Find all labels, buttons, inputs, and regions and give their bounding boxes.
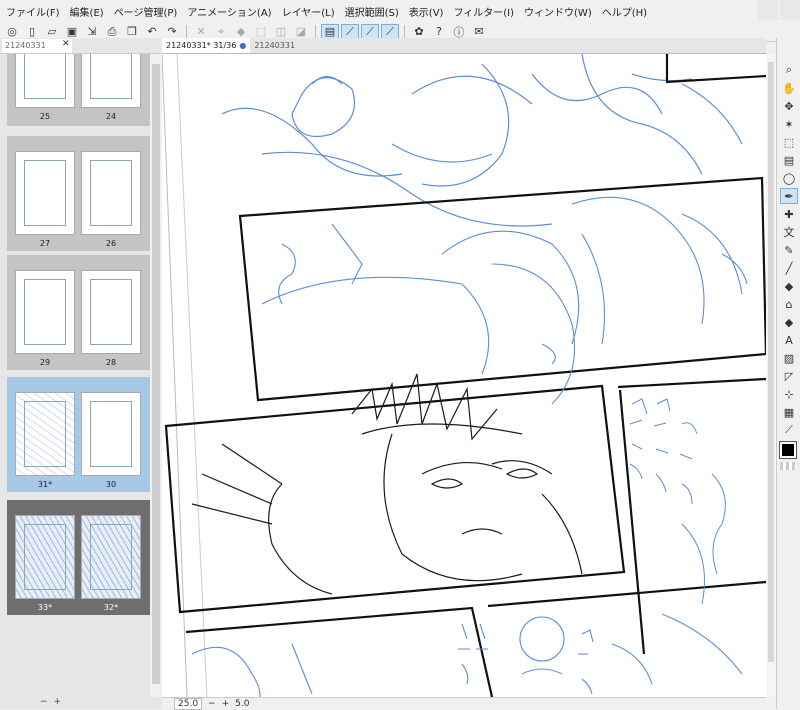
zoom-out-button[interactable]: − xyxy=(40,697,48,709)
move-icon[interactable]: ✥ xyxy=(780,98,798,114)
eyedropper-icon[interactable]: ⟋ xyxy=(780,422,798,438)
modified-indicator-icon[interactable]: ● xyxy=(236,41,246,50)
canvas-vertical-scrollbar[interactable] xyxy=(766,54,776,697)
gradient-icon[interactable]: ⌂ xyxy=(780,296,798,312)
document-tab-label: 21240331* 31/36 xyxy=(166,41,237,50)
page-frame xyxy=(24,524,66,590)
scrollbar-thumb[interactable] xyxy=(152,64,160,684)
page-number: 26 xyxy=(105,239,117,248)
menu-item[interactable]: レイヤー(L) xyxy=(282,4,335,19)
rotation-value[interactable]: 5.0 xyxy=(235,699,249,709)
page-thumbnails: 25 24 27 26 29 28 31* 30 33* 32* xyxy=(0,54,150,697)
page-frame xyxy=(24,279,66,345)
toolbar-separator xyxy=(315,24,316,39)
page-number: 31* xyxy=(37,480,53,489)
brush-icon[interactable]: ✎ xyxy=(780,242,798,258)
layer-select-icon[interactable]: ▤ xyxy=(780,152,798,168)
page-thumbnail[interactable] xyxy=(81,515,141,599)
document-tabbar: 21240331* 31/36 ● 21240331 xyxy=(162,38,766,54)
page-frame xyxy=(24,401,66,467)
page-frame xyxy=(90,160,132,226)
page-frame xyxy=(24,54,66,99)
table-icon[interactable]: ▦ xyxy=(780,404,798,420)
zoom-icon[interactable]: ⌕ xyxy=(780,62,798,78)
transparent-color-swatch[interactable] xyxy=(780,462,796,470)
page-frame xyxy=(90,524,132,590)
dropper-icon[interactable]: ✚ xyxy=(780,206,798,222)
menu-bar: ファイル(F) 編集(E) ページ管理(P) アニメーション(A) レイヤー(L) 選択範… xyxy=(0,0,800,22)
page-spread[interactable]: 31* 30 xyxy=(7,377,150,492)
menu-item[interactable]: 選択範囲(S) xyxy=(345,4,399,19)
page-number: 30 xyxy=(105,480,117,489)
manga-page-sketch xyxy=(162,54,766,697)
zoom-value[interactable]: 25.0 xyxy=(174,697,203,710)
vector-icon[interactable]: ⊹ xyxy=(780,386,798,402)
eraser-icon[interactable]: ◆ xyxy=(780,314,798,330)
page-thumbnail[interactable] xyxy=(81,54,141,108)
page-spread[interactable]: 27 26 xyxy=(7,136,150,251)
minimize-button[interactable] xyxy=(758,0,778,20)
menu-item[interactable]: ページ管理(P) xyxy=(114,4,178,19)
page-thumbnail[interactable] xyxy=(15,392,75,476)
page-frame xyxy=(90,279,132,345)
drawing-canvas[interactable] xyxy=(162,54,766,697)
menu-item[interactable]: フィルター(I) xyxy=(453,4,514,19)
page-frame xyxy=(90,401,132,467)
menu-item[interactable]: ウィンドウ(W) xyxy=(524,4,592,19)
pen-icon[interactable]: ✒ xyxy=(780,188,798,204)
menu-item[interactable]: ヘルプ(H) xyxy=(602,4,647,19)
document-tab[interactable]: 21240331* 31/36 ● xyxy=(162,38,251,53)
page-thumbnail[interactable] xyxy=(15,151,75,235)
menu-item[interactable]: 表示(V) xyxy=(409,4,444,19)
page-frame xyxy=(24,160,66,226)
scrollbar-thumb[interactable] xyxy=(768,62,774,662)
zoom-in-button[interactable]: + xyxy=(54,697,62,709)
fill-icon[interactable]: ◆ xyxy=(780,278,798,294)
page-number: 25 xyxy=(39,112,51,121)
figure-icon[interactable]: ▨ xyxy=(780,350,798,366)
page-spread[interactable]: 33* 32* xyxy=(7,500,150,615)
page-manager-tabbar: 21240331 ✕ xyxy=(0,38,162,54)
page-frame xyxy=(90,54,132,99)
menu-item[interactable]: アニメーション(A) xyxy=(187,4,271,19)
star-icon[interactable]: ✶ xyxy=(780,116,798,132)
page-list-scrollbar[interactable] xyxy=(150,54,162,697)
page-thumbnail[interactable] xyxy=(81,392,141,476)
page-number: 33* xyxy=(37,603,53,612)
tool-palette: ⌕ ✋ ✥ ✶ ⬚ ▤ ◯ ✒ ✚ 文 ✎ ╱ ◆ ⌂ ◆ A ▨ ◸ ⊹ ▦ ⟋ xyxy=(776,38,800,709)
lasso-icon[interactable]: ◯ xyxy=(780,170,798,186)
canvas-status-bar: 25.0 − + 5.0 xyxy=(162,697,766,710)
page-thumbnail[interactable] xyxy=(15,515,75,599)
rect-select-icon[interactable]: ⬚ xyxy=(780,134,798,150)
page-spread[interactable]: 25 24 xyxy=(7,54,150,126)
toolbar-separator xyxy=(404,24,405,39)
page-thumbnail[interactable] xyxy=(81,151,141,235)
page-number: 28 xyxy=(105,358,117,367)
document-tab-label: 21240331 xyxy=(254,41,296,50)
page-thumbnail[interactable] xyxy=(15,270,75,354)
text-icon[interactable]: 文 xyxy=(780,224,798,240)
frame-icon[interactable]: ◸ xyxy=(780,368,798,384)
type-icon[interactable]: A xyxy=(780,332,798,348)
close-icon[interactable]: ✕ xyxy=(62,39,70,49)
page-number: 32* xyxy=(103,603,119,612)
page-thumbnail[interactable] xyxy=(81,270,141,354)
document-tab[interactable]: 21240331 xyxy=(250,38,299,53)
hand-icon[interactable]: ✋ xyxy=(780,80,798,96)
zoom-in-button[interactable]: + xyxy=(222,699,230,709)
line-icon[interactable]: ╱ xyxy=(780,260,798,276)
page-number: 29 xyxy=(39,358,51,367)
menu-item[interactable]: ファイル(F) xyxy=(6,4,60,19)
window-controls xyxy=(756,0,800,22)
maximize-button[interactable] xyxy=(780,0,800,20)
page-number: 24 xyxy=(105,112,117,121)
zoom-out-button[interactable]: − xyxy=(208,699,216,709)
page-spread[interactable]: 29 28 xyxy=(7,255,150,370)
page-panel-status: − + xyxy=(0,697,162,709)
main-color-swatch[interactable] xyxy=(779,441,797,459)
page-thumbnail[interactable] xyxy=(15,54,75,108)
menu-item[interactable]: 編集(E) xyxy=(70,4,104,19)
page-number: 27 xyxy=(39,239,51,248)
toolbar-separator xyxy=(186,24,187,39)
